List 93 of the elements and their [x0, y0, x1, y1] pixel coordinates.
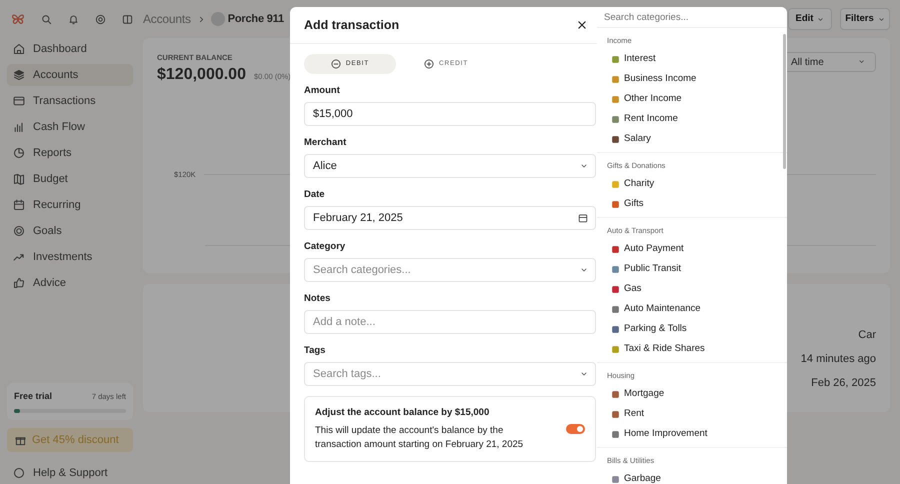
bar-chart-icon	[13, 121, 25, 133]
square-icon	[611, 180, 620, 188]
square-icon	[611, 74, 620, 84]
square-icon	[611, 344, 620, 354]
square-icon	[611, 430, 620, 438]
caret-icon	[817, 16, 824, 22]
nav-item[interactable]: Investments	[7, 246, 133, 268]
select-field[interactable]: Search tags...	[304, 362, 596, 386]
trend-icon	[13, 251, 25, 263]
thumbs-up-icon	[13, 277, 25, 289]
adjust-title: Adjust the account balance by $15,000	[315, 406, 490, 420]
caret-icon	[878, 16, 885, 22]
header-button[interactable]: Edit	[788, 8, 832, 30]
gift-icon	[15, 434, 26, 446]
input-field[interactable]: $15,000	[304, 102, 596, 126]
square-icon	[611, 244, 620, 254]
chevron-down-icon	[580, 370, 588, 378]
card-icon	[13, 95, 25, 107]
calendar-icon	[578, 213, 588, 223]
car-avatar-icon	[210, 12, 225, 26]
square-icon	[611, 390, 620, 398]
square-icon	[611, 134, 620, 144]
breadcrumb-item: Porche 911	[228, 12, 284, 27]
header-button[interactable]: Filters	[840, 8, 890, 30]
nav-item[interactable]: Advice	[7, 272, 133, 294]
field-label: Tags	[304, 344, 326, 357]
caret-icon	[859, 58, 866, 66]
chevron-down-icon	[580, 266, 588, 274]
target-icon	[13, 225, 25, 237]
square-icon	[611, 324, 620, 334]
help-link[interactable]: Help & Support	[7, 462, 133, 484]
category-option[interactable]: Rent	[597, 404, 787, 424]
category-option[interactable]: Parking & Tolls	[597, 319, 787, 339]
chevron-down-icon	[580, 162, 588, 170]
category-option[interactable]: Taxi & Ride Shares	[597, 339, 787, 359]
adjust-description: This will update the account's balance by the transaction amount starting on February 21, 2025	[315, 424, 524, 452]
square-icon	[611, 264, 620, 274]
detail-value: Car	[858, 328, 876, 343]
square-icon	[611, 410, 620, 418]
nav-item[interactable]: Transactions	[7, 90, 133, 112]
nav-item[interactable]: Recurring	[7, 194, 133, 216]
settings-icon[interactable]	[95, 14, 106, 24]
category-option[interactable]: Public Transit	[597, 259, 787, 279]
select-field[interactable]: Search categories...	[304, 258, 596, 282]
category-option[interactable]: Auto Payment	[597, 239, 787, 259]
nav-item[interactable]: Reports	[7, 142, 133, 164]
square-icon	[611, 94, 620, 104]
bell-icon[interactable]	[68, 14, 79, 24]
square-icon	[611, 114, 620, 124]
trial-title: Free trial	[14, 390, 52, 402]
calendar-icon	[13, 199, 25, 211]
select-field[interactable]: Alice	[304, 154, 596, 178]
pie-chart-icon	[13, 147, 25, 159]
nav-item[interactable]: Cash Flow	[7, 116, 133, 138]
square-icon	[611, 54, 620, 64]
square-icon	[611, 474, 620, 484]
plus-circle-icon	[424, 59, 434, 69]
minus-circle-icon	[330, 59, 341, 69]
date-field[interactable]: February 21, 2025	[304, 206, 596, 230]
square-icon	[611, 304, 620, 314]
toggle-switch[interactable]	[566, 424, 585, 434]
category-option[interactable]: Mortgage	[597, 384, 787, 404]
field-label: Notes	[304, 292, 332, 305]
sidebar-toggle-icon[interactable]	[122, 14, 133, 24]
balance-amount: $120,000.00	[157, 65, 246, 86]
field-label: Amount	[304, 84, 341, 97]
category-option[interactable]: Home Improvement	[597, 424, 787, 444]
category-search-field[interactable]: Search categories...	[597, 7, 787, 28]
detail-value: 14 minutes ago	[800, 352, 876, 367]
category-option[interactable]: Garbage	[597, 469, 787, 484]
help-circle-icon	[13, 467, 25, 479]
detail-value: Feb 26, 2025	[811, 376, 876, 391]
category-option[interactable]: Gifts	[597, 194, 787, 214]
square-icon	[611, 200, 620, 208]
field-label: Merchant	[304, 136, 348, 149]
input-field[interactable]: Add a note...	[304, 310, 596, 334]
field-label: Date	[304, 188, 326, 201]
nav-item[interactable]: Budget	[7, 168, 133, 190]
home-icon	[13, 43, 25, 55]
category-option[interactable]: Gas	[597, 279, 787, 299]
nav-item[interactable]: Dashboard	[7, 38, 133, 60]
nav-item[interactable]: Accounts	[7, 64, 133, 86]
modal-title: Add transaction	[304, 16, 400, 34]
field-label: Category	[304, 240, 346, 253]
nav-item[interactable]: Goals	[7, 220, 133, 242]
map-icon	[13, 173, 25, 185]
category-option[interactable]: Auto Maintenance	[597, 299, 787, 319]
layers-icon	[13, 69, 25, 81]
scrollbar-thumb[interactable]	[783, 34, 786, 169]
search-icon[interactable]	[41, 14, 52, 24]
square-icon	[611, 284, 620, 294]
category-option[interactable]: Charity	[597, 174, 787, 194]
close-icon[interactable]	[577, 20, 587, 30]
